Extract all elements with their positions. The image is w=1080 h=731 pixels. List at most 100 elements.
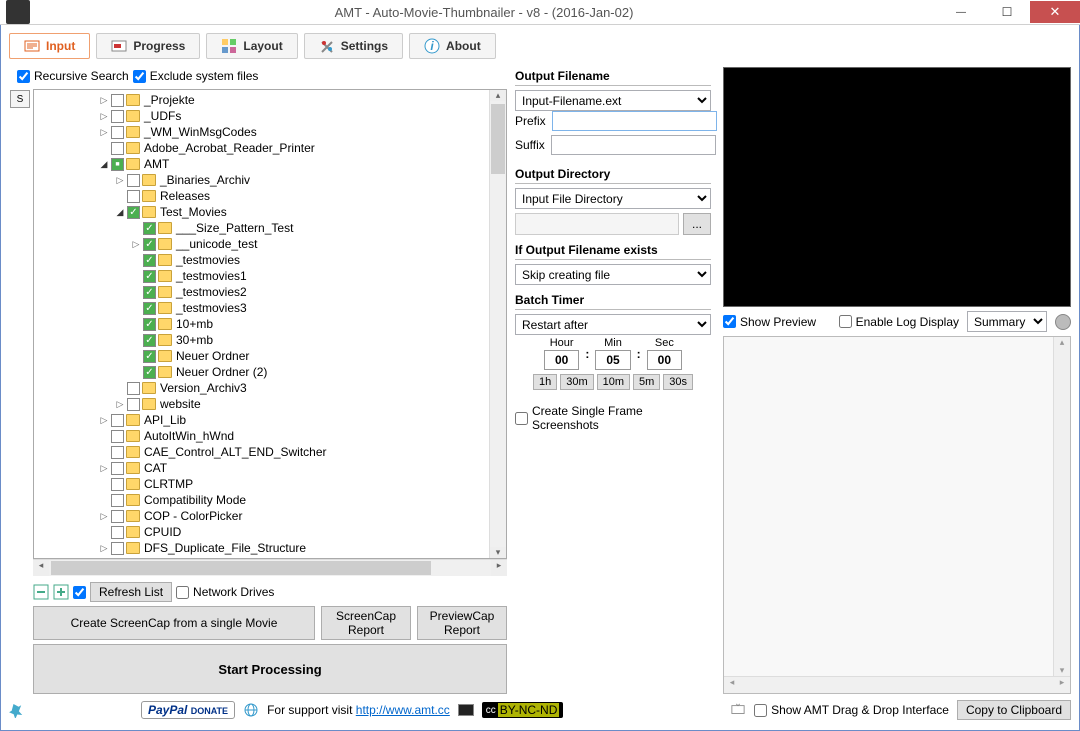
tree-checkbox[interactable] xyxy=(143,366,156,379)
previewcap-report-button[interactable]: PreviewCapReport xyxy=(417,606,507,640)
tree-node[interactable]: 30+mb xyxy=(34,332,489,348)
tab-input[interactable]: Input xyxy=(9,33,90,59)
tree-checkbox[interactable] xyxy=(111,94,124,107)
tree-node[interactable]: _testmovies3 xyxy=(34,300,489,316)
tree-checkbox[interactable] xyxy=(111,542,124,555)
tree-node[interactable]: Neuer Ordner (2) xyxy=(34,364,489,380)
log-scrollbar-horizontal[interactable] xyxy=(724,676,1070,693)
prefix-input[interactable] xyxy=(552,111,717,131)
tab-layout[interactable]: Layout xyxy=(206,33,297,59)
tree-node[interactable]: CPUID xyxy=(34,524,489,540)
tree-node[interactable]: ▷__unicode_test xyxy=(34,236,489,252)
tab-settings[interactable]: Settings xyxy=(304,33,403,59)
tree-node[interactable]: Releases xyxy=(34,188,489,204)
collapse-icon[interactable]: ◢ xyxy=(114,206,126,218)
tree-node[interactable]: ___Size_Pattern_Test xyxy=(34,220,489,236)
quick-5m-button[interactable]: 5m xyxy=(633,374,660,390)
create-single-button[interactable]: Create ScreenCap from a single Movie xyxy=(33,606,315,640)
expand-icon[interactable]: ▷ xyxy=(98,110,110,122)
log-level-select[interactable]: Summary xyxy=(967,311,1047,332)
tab-progress[interactable]: Progress xyxy=(96,33,200,59)
tree-node[interactable]: 10+mb xyxy=(34,316,489,332)
quick-1h-button[interactable]: 1h xyxy=(533,374,557,390)
batch-timer-select[interactable]: Restart after xyxy=(515,314,711,335)
close-button[interactable] xyxy=(1030,1,1080,23)
timer-sec[interactable]: 00 xyxy=(647,350,682,370)
tree-checkbox[interactable] xyxy=(143,238,156,251)
tree-checkbox[interactable] xyxy=(143,222,156,235)
output-directory-select[interactable]: Input File Directory xyxy=(515,188,711,209)
tree-scrollbar-horizontal[interactable] xyxy=(33,559,507,576)
tree-checkbox[interactable] xyxy=(143,302,156,315)
tree-node[interactable]: ▷API_Lib xyxy=(34,412,489,428)
log-scrollbar-vertical[interactable] xyxy=(1053,337,1070,676)
tree-node[interactable]: ◢Test_Movies xyxy=(34,204,489,220)
tree-checkbox[interactable] xyxy=(111,126,124,139)
tree-checkbox[interactable] xyxy=(143,286,156,299)
tree-node[interactable]: ▷DFS_Duplicate_File_Structure xyxy=(34,540,489,556)
tree-checkbox[interactable] xyxy=(127,398,140,411)
start-processing-button[interactable]: Start Processing xyxy=(33,644,507,694)
browse-button[interactable]: ... xyxy=(683,213,711,235)
tree-checkbox[interactable] xyxy=(111,158,124,171)
collapse-icon[interactable]: ◢ xyxy=(98,158,110,170)
terminal-icon[interactable] xyxy=(458,704,474,716)
tree-node[interactable]: AutoItWin_hWnd xyxy=(34,428,489,444)
minimize-button[interactable] xyxy=(938,1,984,23)
tree-checkbox[interactable] xyxy=(111,414,124,427)
tree-scrollbar-vertical[interactable] xyxy=(489,90,506,558)
tree-checkbox[interactable] xyxy=(111,430,124,443)
tree-node[interactable]: ▷CAT xyxy=(34,460,489,476)
network-drives-checkbox[interactable]: Network Drives xyxy=(176,585,274,599)
select-all-checkbox[interactable] xyxy=(73,586,86,599)
tree-node[interactable]: ▷COP - ColorPicker xyxy=(34,508,489,524)
tree-checkbox[interactable] xyxy=(111,142,124,155)
timer-hour[interactable]: 00 xyxy=(544,350,579,370)
s-button[interactable]: S xyxy=(10,90,30,108)
collapse-icon[interactable] xyxy=(33,584,49,600)
expand-icon[interactable]: ▷ xyxy=(98,94,110,106)
expand-icon[interactable] xyxy=(53,584,69,600)
tab-about[interactable]: iAbout xyxy=(409,33,496,59)
tree-checkbox[interactable] xyxy=(127,206,140,219)
tree-node[interactable]: ▷_UDFs xyxy=(34,108,489,124)
tree-node[interactable]: CAE_Control_ALT_END_Switcher xyxy=(34,444,489,460)
tree-node[interactable]: _testmovies xyxy=(34,252,489,268)
expand-icon[interactable]: ▷ xyxy=(98,126,110,138)
tree-checkbox[interactable] xyxy=(111,110,124,123)
paypal-donate-button[interactable]: PayPal DONATE xyxy=(141,701,235,719)
tree-checkbox[interactable] xyxy=(111,462,124,475)
expand-icon[interactable]: ▷ xyxy=(130,238,142,250)
screencap-report-button[interactable]: ScreenCapReport xyxy=(321,606,411,640)
tree-checkbox[interactable] xyxy=(111,446,124,459)
support-link[interactable]: http://www.amt.cc xyxy=(356,703,450,717)
expand-icon[interactable]: ▷ xyxy=(98,414,110,426)
enable-log-checkbox[interactable]: Enable Log Display xyxy=(839,315,959,329)
tree-node[interactable]: Compatibility Mode xyxy=(34,492,489,508)
pin-icon[interactable] xyxy=(9,702,25,718)
exclude-system-checkbox[interactable]: Exclude system files xyxy=(133,69,259,83)
tree-checkbox[interactable] xyxy=(111,510,124,523)
tree-checkbox[interactable] xyxy=(127,190,140,203)
show-preview-checkbox[interactable]: Show Preview xyxy=(723,315,816,329)
tree-node[interactable]: ▷_Binaries_Archiv xyxy=(34,172,489,188)
refresh-list-button[interactable]: Refresh List xyxy=(90,582,172,602)
tree-checkbox[interactable] xyxy=(111,478,124,491)
folder-tree[interactable]: ▷_Projekte▷_UDFs▷_WM_WinMsgCodesAdobe_Ac… xyxy=(34,90,489,558)
copy-clipboard-button[interactable]: Copy to Clipboard xyxy=(957,700,1071,720)
tree-checkbox[interactable] xyxy=(143,318,156,331)
quick-30s-button[interactable]: 30s xyxy=(663,374,693,390)
maximize-button[interactable] xyxy=(984,1,1030,23)
tree-checkbox[interactable] xyxy=(143,270,156,283)
tree-node[interactable]: _testmovies1 xyxy=(34,268,489,284)
if-exists-select[interactable]: Skip creating file xyxy=(515,264,711,285)
tree-checkbox[interactable] xyxy=(143,334,156,347)
expand-icon[interactable]: ▷ xyxy=(114,398,126,410)
suffix-input[interactable] xyxy=(551,135,716,155)
tree-checkbox[interactable] xyxy=(143,350,156,363)
drag-drop-checkbox[interactable]: Show AMT Drag & Drop Interface xyxy=(754,703,949,717)
recursive-checkbox[interactable]: Recursive Search xyxy=(17,69,129,83)
expand-icon[interactable]: ▷ xyxy=(98,462,110,474)
tree-checkbox[interactable] xyxy=(111,494,124,507)
expand-icon[interactable]: ▷ xyxy=(98,510,110,522)
